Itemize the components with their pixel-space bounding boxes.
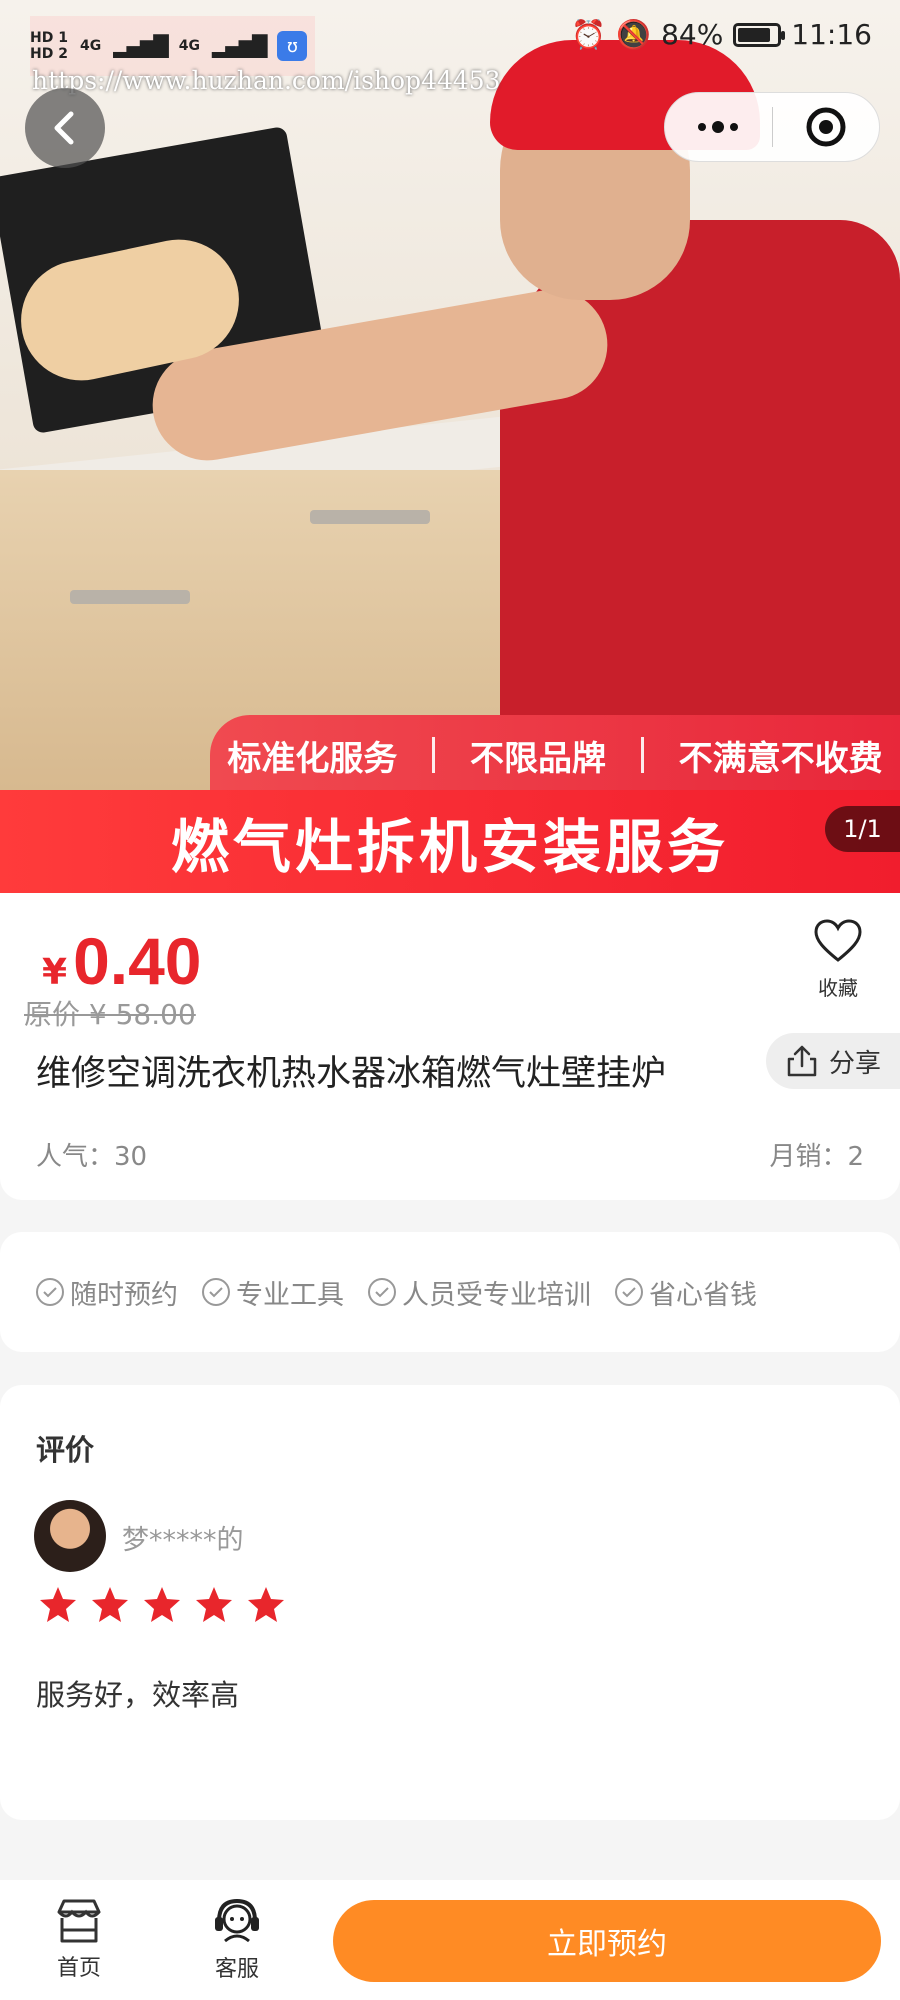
check-circle-icon bbox=[368, 1278, 396, 1306]
bottom-action-bar: 首页 客服 立即预约 bbox=[0, 1880, 900, 2000]
review-text: 服务好，效率高 bbox=[36, 1678, 240, 1712]
hero-badge: 不限品牌 bbox=[469, 738, 606, 779]
more-button[interactable] bbox=[665, 92, 772, 162]
original-price: 原价 ¥ 58.00 bbox=[24, 998, 196, 1031]
reviews-heading: 评价 bbox=[36, 1433, 95, 1467]
headset-agent-icon bbox=[215, 1898, 259, 1943]
share-icon bbox=[787, 1045, 817, 1077]
star-icon bbox=[92, 1587, 128, 1622]
alarm-icon: ⏰ bbox=[571, 18, 607, 51]
app-notification-icon: ʊ bbox=[277, 31, 308, 61]
network-type: 4G bbox=[178, 38, 200, 54]
price: ¥ 0.40 bbox=[42, 923, 202, 999]
hero-badge: 标准化服务 bbox=[227, 738, 398, 779]
star-icon bbox=[248, 1587, 284, 1622]
star-icon bbox=[144, 1587, 180, 1622]
reviews-section: 评价 梦*****的 服务好，效率高 bbox=[0, 1385, 900, 1820]
popularity-count: 人气：30 bbox=[36, 1142, 148, 1172]
feature-item: 人员受专业培训 bbox=[368, 1273, 591, 1312]
star-rating bbox=[38, 1585, 286, 1625]
reviewer-name: 梦*****的 bbox=[122, 1525, 244, 1556]
target-icon bbox=[806, 107, 846, 147]
star-icon bbox=[196, 1587, 232, 1622]
image-pager: 1/1 bbox=[825, 806, 900, 852]
network-type: 4G bbox=[79, 38, 102, 54]
currency-symbol: ¥ bbox=[42, 952, 68, 993]
watermark-url: https://www.huzhan.com/ishop44453 bbox=[32, 66, 501, 95]
check-circle-icon bbox=[36, 1278, 64, 1306]
favorite-label: 收藏 bbox=[818, 976, 858, 1000]
check-circle-icon bbox=[202, 1278, 230, 1306]
check-circle-icon bbox=[615, 1278, 643, 1306]
miniprogram-capsule bbox=[664, 92, 880, 162]
monthly-sales: 月销：2 bbox=[769, 1142, 864, 1172]
back-button[interactable] bbox=[25, 88, 105, 168]
feature-item: 随时预约 bbox=[36, 1273, 178, 1312]
star-icon bbox=[40, 1587, 76, 1622]
tab-home-label: 首页 bbox=[56, 1956, 101, 1981]
close-miniprogram-button[interactable] bbox=[772, 92, 879, 162]
status-bar: HD 1 HD 2 4G ▂▄▆█ 4G ▂▄▆█ ʊ ⏰ 🔕 84% 11:1… bbox=[0, 0, 900, 76]
badge-divider bbox=[432, 737, 436, 773]
feature-item: 专业工具 bbox=[202, 1273, 344, 1312]
hero-badge: 不满意不收费 bbox=[678, 738, 883, 779]
share-button[interactable]: 分享 bbox=[766, 1033, 900, 1089]
share-label: 分享 bbox=[828, 1048, 881, 1079]
service-features: 随时预约 专业工具 人员受专业培训 省心省钱 bbox=[0, 1232, 900, 1352]
tab-home[interactable]: 首页 bbox=[0, 1880, 158, 2000]
hero-headline: 燃气灶拆机安装服务 bbox=[0, 790, 900, 893]
tab-customer-service[interactable]: 客服 bbox=[158, 1880, 316, 2000]
feature-item: 省心省钱 bbox=[615, 1273, 757, 1312]
price-value: 0.40 bbox=[73, 924, 202, 998]
book-now-button[interactable]: 立即预约 bbox=[333, 1900, 881, 1982]
mute-icon: 🔕 bbox=[616, 18, 652, 51]
status-right: ⏰ 🔕 84% 11:16 bbox=[571, 18, 872, 51]
battery-percent: 84% bbox=[661, 18, 724, 51]
avatar bbox=[34, 1500, 106, 1572]
chevron-left-icon bbox=[54, 111, 74, 145]
tab-service-label: 客服 bbox=[214, 1957, 259, 1982]
hd-indicator: HD 1 HD 2 bbox=[30, 30, 68, 62]
signal-icon: ▂▄▆█ bbox=[113, 34, 169, 58]
clock: 11:16 bbox=[791, 18, 872, 51]
battery-icon bbox=[733, 22, 786, 47]
badge-divider bbox=[640, 737, 644, 773]
more-dots-icon bbox=[698, 121, 739, 133]
signal-icon: ▂▄▆█ bbox=[211, 34, 268, 58]
product-info-card: ¥ 0.40 原价 ¥ 58.00 收藏 维修空调洗衣机热水器冰箱燃气灶壁挂炉 … bbox=[0, 893, 900, 1200]
heart-icon bbox=[814, 919, 862, 962]
hero-badges: 标准化服务 不限品牌 不满意不收费 bbox=[210, 715, 900, 795]
favorite-button[interactable]: 收藏 bbox=[800, 918, 876, 1001]
product-title: 维修空调洗衣机热水器冰箱燃气灶壁挂炉 bbox=[36, 1054, 667, 1094]
store-icon bbox=[57, 1899, 101, 1943]
